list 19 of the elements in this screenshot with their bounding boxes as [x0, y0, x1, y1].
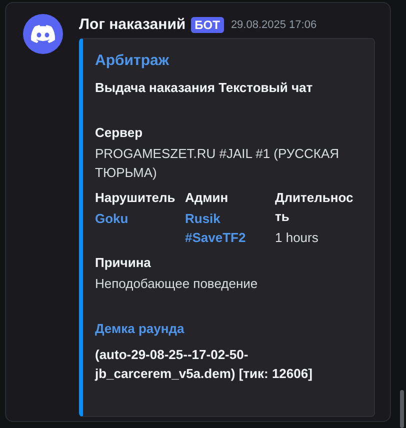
embed-title[interactable]: Арбитраж	[95, 51, 362, 71]
field-value: 1 hours	[275, 229, 320, 247]
user-mention-link[interactable]: Goku	[95, 209, 185, 228]
timestamp: 29.08.2025 17:06	[230, 18, 317, 33]
field-value: (auto-29-08-25--17-02-50-jb_carcerem_v5a.dem) [тик: 12606]	[95, 346, 314, 383]
field-name: Причина	[95, 254, 152, 272]
embed-description: Выдача наказания Текстовый чат	[95, 79, 314, 97]
scrollbar-thumb[interactable]	[400, 390, 404, 428]
user-mention-link[interactable]: Rusik #SaveTF2	[185, 209, 275, 247]
field-name: Демка раунда	[95, 320, 186, 338]
bot-avatar-icon[interactable]	[23, 14, 63, 54]
bot-badge: БОТ	[190, 17, 224, 33]
field-name: Нарушитель	[95, 189, 176, 207]
author-name[interactable]: Лог наказаний	[79, 14, 186, 36]
field-value: PROGAMESZET.RU #JAIL #1 (РУССКАЯ ТЮРЬМА)	[95, 145, 340, 182]
field-name: Длительность	[275, 189, 354, 226]
field-value: Неподобающее поведение	[95, 275, 259, 293]
field-name: Сервер	[95, 124, 144, 142]
field-name: Админ	[185, 189, 230, 207]
